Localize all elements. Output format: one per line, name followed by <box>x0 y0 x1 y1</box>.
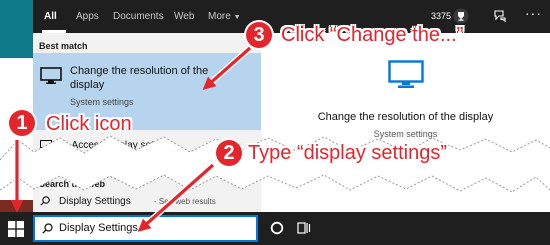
desktop-background <box>0 0 33 212</box>
tab-documents[interactable]: Documents <box>113 0 164 33</box>
cortana-icon[interactable] <box>270 221 284 235</box>
callout-1-text: Click icon <box>46 113 132 135</box>
feedback-icon[interactable] <box>493 9 507 23</box>
tab-more[interactable]: More ▼ <box>208 0 241 33</box>
best-match-heading: Best match <box>39 41 88 51</box>
tab-more-label: More <box>208 11 231 22</box>
best-match-subtitle: System settings <box>70 97 134 107</box>
preview-subtitle: System settings <box>373 129 438 139</box>
search-web-heading: Search the web <box>39 179 106 189</box>
callout-3-text: Click “Change the...” <box>281 24 464 46</box>
search-icon <box>40 196 50 206</box>
settings-icon <box>40 140 52 150</box>
trophy-icon[interactable] <box>453 8 469 24</box>
search-icon <box>42 223 53 234</box>
web-result[interactable]: Display Settings - See web results <box>33 191 261 211</box>
web-result-suffix: - See web results <box>154 197 216 206</box>
taskbar-search-box[interactable]: Display Settings <box>33 215 258 242</box>
best-match-title: Change the resolution of the display <box>70 65 209 91</box>
more-options-icon[interactable]: ··· <box>525 6 542 20</box>
chevron-down-icon: ▼ <box>233 14 241 21</box>
callout-2-number: 2 <box>216 140 242 166</box>
settings-result-label: ... Access display settings <box>61 140 175 151</box>
callout-1-number: 1 <box>9 110 35 136</box>
result-preview: Change the resolution of the display Sys… <box>261 33 550 212</box>
callout-3-number: 3 <box>246 22 272 48</box>
web-result-query: Display Settings <box>59 196 131 207</box>
monitor-icon <box>388 60 424 88</box>
windows-logo-icon[interactable] <box>8 221 24 237</box>
screenshot-stage: All Apps Documents Web More ▼ 3375 ··· B… <box>0 0 550 245</box>
desktop-taskbar-edge <box>0 200 33 212</box>
preview-title: Change the resolution of the display <box>317 111 494 123</box>
search-input-value[interactable]: Display Settings <box>59 222 138 234</box>
tab-apps[interactable]: Apps <box>76 0 99 33</box>
callout-2-text: Type “display settings” <box>248 142 447 164</box>
tab-all[interactable]: All <box>44 0 57 33</box>
desktop-wallpaper <box>0 0 33 58</box>
taskbar: Display Settings <box>0 212 550 245</box>
task-view-icon[interactable] <box>297 221 311 235</box>
monitor-icon <box>40 67 62 84</box>
tab-web[interactable]: Web <box>174 0 194 33</box>
